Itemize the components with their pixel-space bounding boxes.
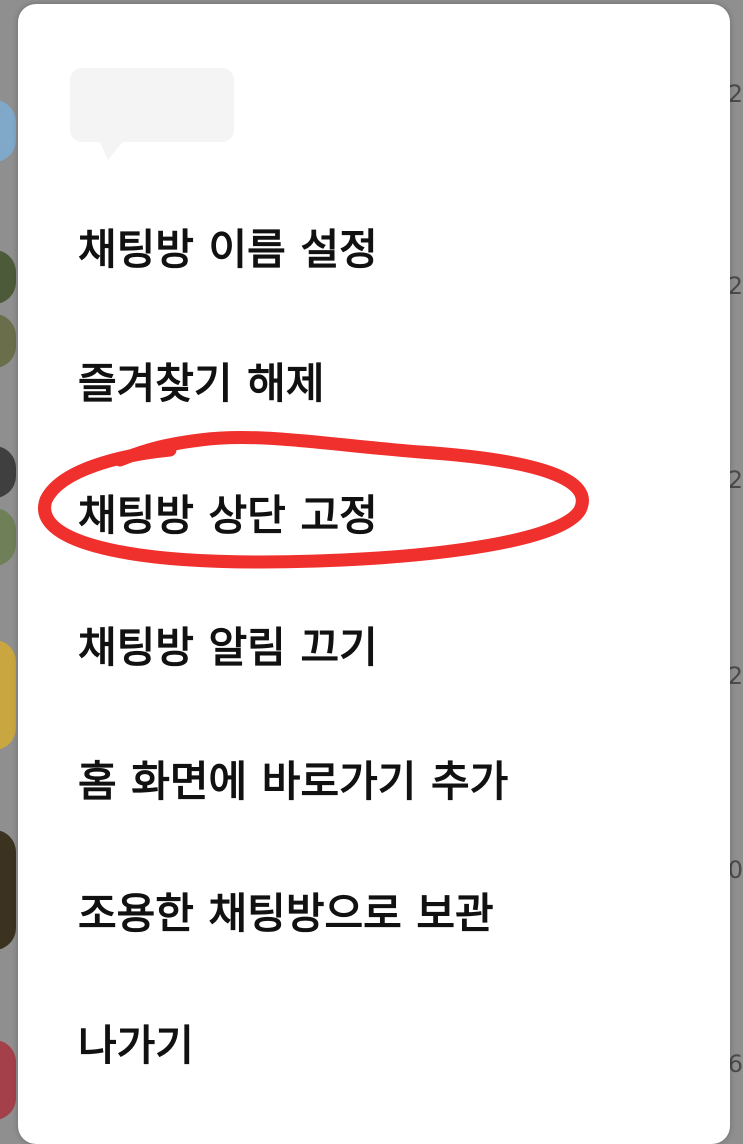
chat-avatar [0, 830, 16, 950]
menu-item-add-home-shortcut[interactable]: 홈 화면에 바로가기 추가 [78, 748, 508, 809]
menu-item-rename-chat[interactable]: 채팅방 이름 설정 [78, 216, 378, 277]
chat-avatar [0, 314, 16, 368]
menu-item-leave-chat[interactable]: 나가기 [78, 1012, 194, 1073]
bubble-tail [98, 138, 126, 160]
chat-avatar [0, 446, 16, 498]
menu-item-mute-notifications[interactable]: 채팅방 알림 끄기 [78, 614, 378, 675]
chat-avatar [0, 100, 16, 162]
chat-context-menu: 채팅방 이름 설정 즐겨찾기 해제 채팅방 상단 고정 채팅방 알림 끄기 홈 … [18, 4, 730, 1144]
menu-item-archive-quiet-chat[interactable]: 조용한 채팅방으로 보관 [78, 880, 494, 941]
chat-room-name-bubble [70, 68, 234, 142]
chat-avatar [0, 250, 16, 304]
chat-avatar [0, 640, 16, 750]
menu-item-pin-chat-top[interactable]: 채팅방 상단 고정 [78, 482, 378, 543]
chat-avatar [0, 1040, 16, 1120]
menu-item-remove-favorite[interactable]: 즐겨찾기 해제 [78, 350, 324, 411]
chat-avatar [0, 508, 16, 566]
